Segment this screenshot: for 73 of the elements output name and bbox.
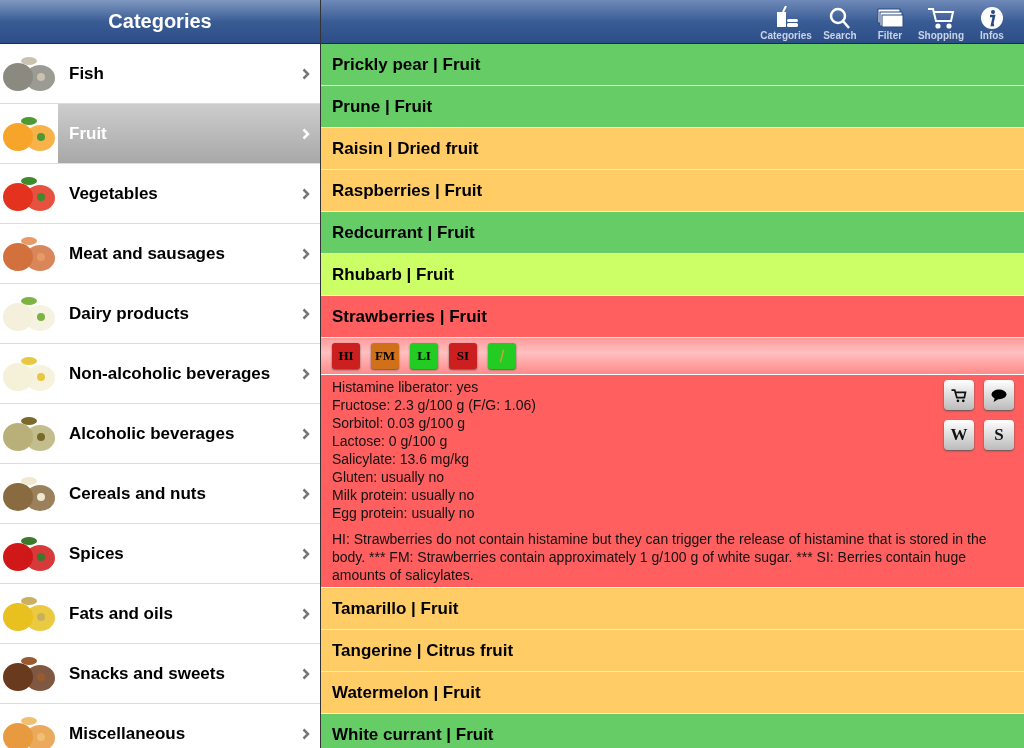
category-item[interactable]: Non-alcoholic beverages [0, 344, 320, 404]
chevron-icon [302, 367, 310, 380]
category-item[interactable]: Meat and sausages [0, 224, 320, 284]
category-badge[interactable]: FM [371, 343, 399, 369]
food-item[interactable]: Strawberries | Fruit [321, 296, 1024, 338]
toolbar-button[interactable]: Infos [970, 0, 1014, 43]
category-label: Non-alcoholic beverages [69, 363, 272, 384]
chevron-icon [302, 487, 310, 500]
chevron-icon [302, 67, 310, 80]
fact-line: Gluten: usually no [332, 468, 446, 486]
food-item[interactable]: Tamarillo | Fruit [321, 588, 1024, 630]
category-label: Fats and oils [69, 603, 174, 624]
category-item[interactable]: Fish [0, 44, 320, 104]
category-label: Alcoholic beverages [69, 423, 236, 444]
category-label: Fish [69, 63, 105, 84]
food-item[interactable]: Tangerine | Citrus fruit [321, 630, 1024, 672]
note-text: HI: Strawberries do not contain histamine but they can trigger the release of histamine that is stored in the body. *** FM: Strawberries contain approximately 1 g/100 g of white sugar. *** SI: Berries contain huge amounts of salicylates. [332, 530, 988, 584]
fact-line: Fructose: 2.3 g/100 g (F/G: 1.06) [332, 396, 537, 414]
chevron-icon [302, 247, 310, 260]
category-label: Dairy products [69, 303, 190, 324]
food-item[interactable]: White currant | Fruit [321, 714, 1024, 748]
food-item[interactable]: Watermelon | Fruit [321, 672, 1024, 714]
food-item[interactable]: Raisin | Dried fruit [321, 128, 1024, 170]
category-item[interactable]: Spices [0, 524, 320, 584]
fact-line: Milk protein: usually no [332, 486, 476, 504]
cart-icon [925, 6, 956, 30]
chevron-icon [302, 727, 310, 740]
category-label: Snacks and sweets [69, 663, 226, 684]
category-item[interactable]: Cereals and nuts [0, 464, 320, 524]
chevron-icon [302, 547, 310, 560]
cards-icon [874, 6, 905, 30]
category-label: Fruit [69, 123, 108, 144]
category-label: Vegetables [69, 183, 159, 204]
action-button[interactable] [984, 380, 1014, 410]
category-item[interactable]: Snacks and sweets [0, 644, 320, 704]
category-badge[interactable]: HI [332, 343, 360, 369]
food-item[interactable]: Rhubarb | Fruit [321, 254, 1024, 296]
chevron-icon [302, 667, 310, 680]
chevron-icon [302, 187, 310, 200]
cart-icon [950, 387, 968, 403]
category-item[interactable]: Fats and oils [0, 584, 320, 644]
food-item[interactable]: Prickly pear | Fruit [321, 44, 1024, 86]
food-item[interactable]: Raspberries | Fruit [321, 170, 1024, 212]
chevron-icon [302, 427, 310, 440]
fact-line: Salicylate: 13.6 mg/kg [332, 450, 470, 468]
action-button[interactable]: W [944, 420, 974, 450]
chevron-icon [302, 307, 310, 320]
action-button[interactable] [944, 380, 974, 410]
fact-line: Histamine liberator: yes [332, 378, 480, 396]
fact-line: Sorbitol: 0.03 g/100 g [332, 414, 467, 432]
chevron-icon [302, 607, 310, 620]
action-button[interactable]: S [984, 420, 1014, 450]
category-item[interactable]: Dairy products [0, 284, 320, 344]
food-item[interactable]: Redcurrant | Fruit [321, 212, 1024, 254]
fact-line: Lactose: 0 g/100 g [332, 432, 449, 450]
sidebar-title: Categories [108, 10, 212, 33]
category-item[interactable]: Alcoholic beverages [0, 404, 320, 464]
category-item[interactable]: Miscellaneous [0, 704, 320, 748]
toolbar-button[interactable]: Filter [867, 0, 912, 43]
category-item[interactable]: Vegetables [0, 164, 320, 224]
category-label: Cereals and nuts [69, 483, 207, 504]
category-label: Spices [69, 543, 125, 564]
toolbar-button[interactable]: Search [817, 0, 862, 43]
category-label: Meat and sausages [69, 243, 226, 264]
chevron-icon [302, 127, 310, 140]
toolbar-button[interactable]: Shopping [917, 0, 964, 43]
category-label: Miscellaneous [69, 723, 187, 744]
speech-bubble-icon [990, 387, 1008, 403]
food-item[interactable]: Prune | Fruit [321, 86, 1024, 128]
category-badge[interactable]: SI [449, 343, 477, 369]
category-badge[interactable]: LI [410, 343, 438, 369]
fact-line: Egg protein: usually no [332, 504, 476, 522]
toolbar-button[interactable]: Categories [760, 0, 812, 43]
